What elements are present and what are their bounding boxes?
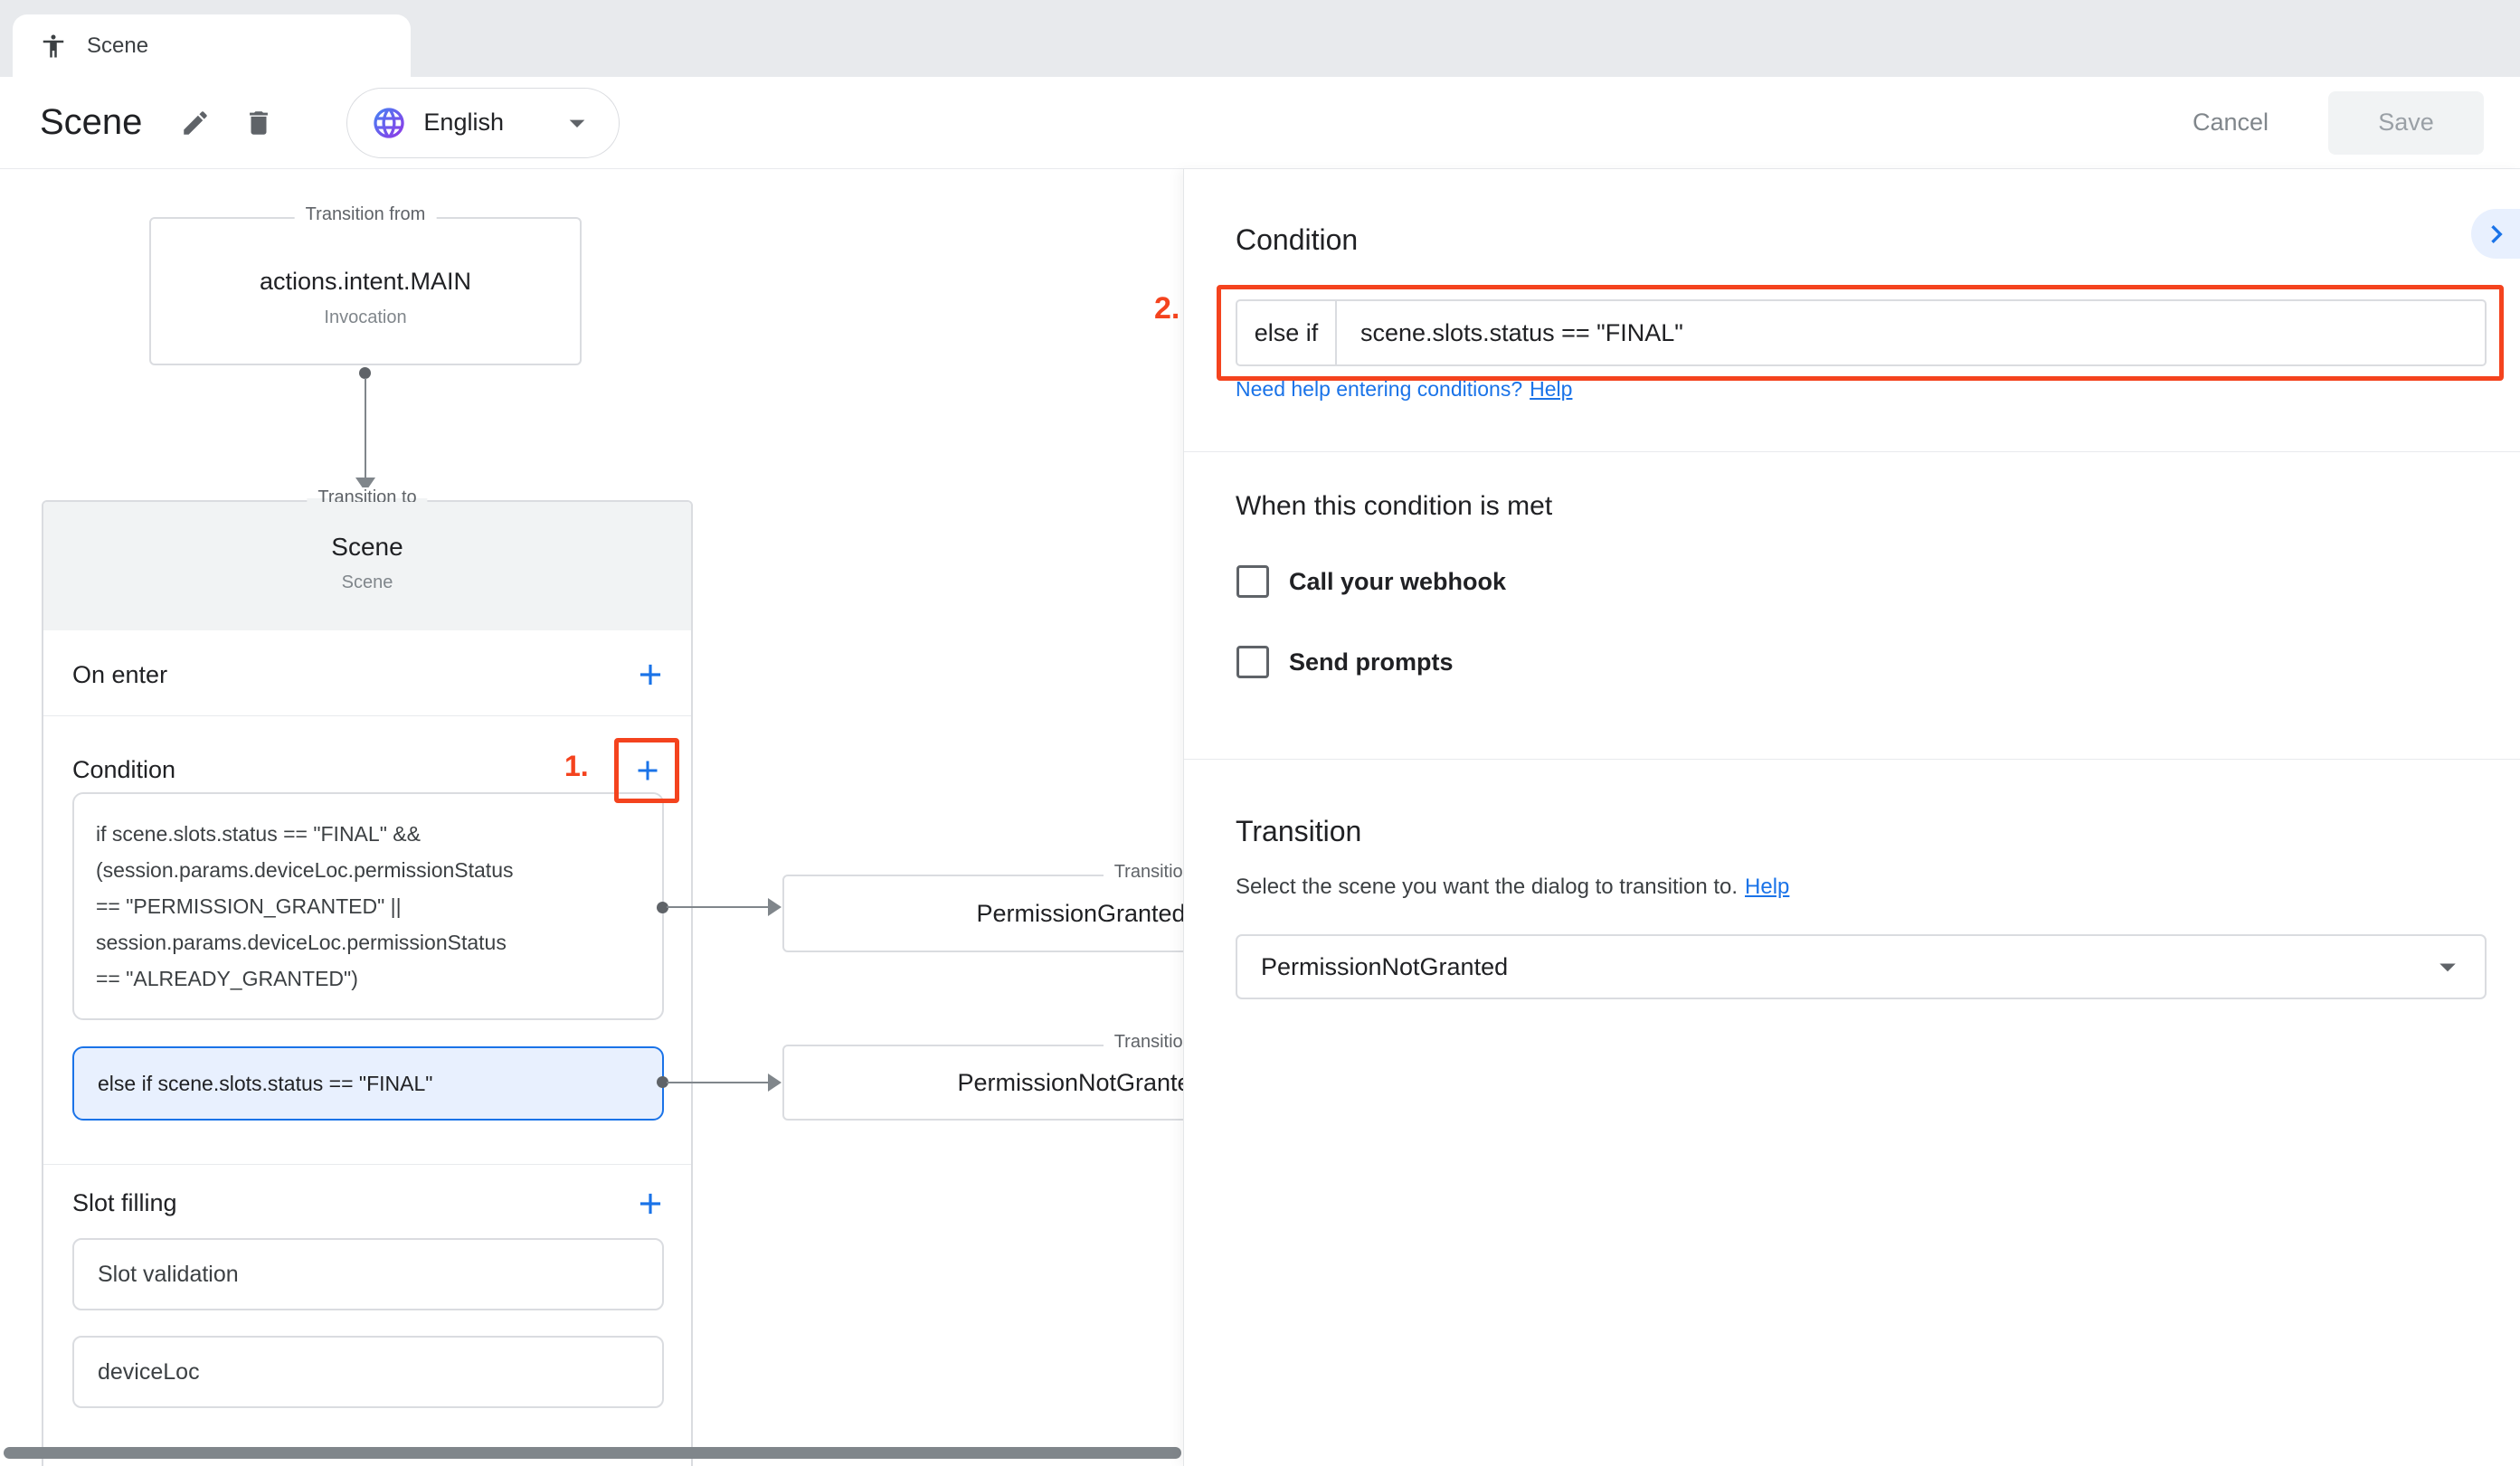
tab-strip: Scene <box>0 0 2520 77</box>
transition-description-line: Select the scene you want the dialog to … <box>1236 875 1789 900</box>
add-slot-button[interactable] <box>633 1187 668 1221</box>
condition-heading: Condition <box>1236 223 1358 257</box>
condition-item-1[interactable]: if scene.slots.status == "FINAL" && (ses… <box>72 792 664 1020</box>
connector-line <box>667 906 768 908</box>
condition-detail-panel: Condition else if scene.slots.status == … <box>1183 169 2520 1466</box>
connector-arrowhead <box>768 1073 782 1092</box>
globe-icon <box>371 105 407 141</box>
connector-line <box>667 1082 768 1083</box>
transition-scene-value: PermissionNotGranted <box>1261 953 1508 981</box>
divider <box>43 1164 691 1165</box>
cancel-button[interactable]: Cancel <box>2187 108 2274 137</box>
pencil-icon <box>180 108 211 138</box>
annotation-step-2: 2. <box>1154 291 1179 326</box>
invocation-node[interactable]: Transition from actions.intent.MAIN Invo… <box>149 217 582 365</box>
page-title: Scene <box>40 102 142 143</box>
delete-scene-button[interactable] <box>243 108 274 138</box>
transition-heading: Transition <box>1236 815 1361 848</box>
condition-help-link[interactable]: Help <box>1530 377 1572 401</box>
slot-filling-label: Slot filling <box>72 1189 177 1217</box>
divider <box>1184 451 2520 452</box>
collapse-panel-button[interactable] <box>2471 209 2520 259</box>
chevron-right-icon <box>2478 216 2515 252</box>
trash-icon <box>243 108 274 138</box>
add-on-enter-button[interactable] <box>633 657 668 692</box>
prompts-option-row: Send prompts <box>1236 646 1454 678</box>
condition-editor-row: else if scene.slots.status == "FINAL" <box>1236 299 2487 366</box>
browser-tab-scene[interactable]: Scene <box>13 14 411 77</box>
scene-card: Transition to Scene Scene On enter Condi… <box>42 500 693 1466</box>
invocation-type: Invocation <box>151 307 580 328</box>
language-selector[interactable]: English <box>346 88 620 158</box>
divider <box>1184 759 2520 760</box>
connector-line <box>365 378 366 478</box>
plus-icon <box>633 657 668 692</box>
condition-section-label: Condition <box>72 756 175 784</box>
invocation-node-label: Transition from <box>295 204 437 225</box>
scene-name: Scene <box>43 533 691 562</box>
transition-description: Select the scene you want the dialog to … <box>1236 875 1738 899</box>
plus-icon <box>633 1187 668 1221</box>
on-enter-label: On enter <box>72 661 167 689</box>
condition-expression-input[interactable]: scene.slots.status == "FINAL" <box>1337 299 2487 366</box>
edit-scene-button[interactable] <box>180 108 211 138</box>
transition-scene-select[interactable]: PermissionNotGranted <box>1236 934 2487 999</box>
slot-validation-item[interactable]: Slot validation <box>72 1238 664 1310</box>
plus-icon <box>631 754 664 787</box>
chevron-down-icon <box>2429 948 2467 986</box>
send-prompts-checkbox[interactable] <box>1236 646 1269 678</box>
scene-header: Scene English Cancel Save <box>0 77 2520 169</box>
call-webhook-checkbox[interactable] <box>1236 565 1269 598</box>
condition-help-text: Need help entering conditions? <box>1236 377 1522 401</box>
scene-card-header[interactable]: Scene Scene <box>43 502 691 630</box>
send-prompts-label: Send prompts <box>1289 648 1454 676</box>
tab-title: Scene <box>87 33 148 59</box>
divider <box>43 715 691 716</box>
assistant-icon <box>40 33 67 60</box>
when-condition-met-heading: When this condition is met <box>1236 491 1552 522</box>
transition-help-link[interactable]: Help <box>1745 875 1789 899</box>
connector-arrowhead <box>768 898 782 916</box>
slot-deviceloc-item[interactable]: deviceLoc <box>72 1336 664 1408</box>
condition-item-2-selected[interactable]: else if scene.slots.status == "FINAL" <box>72 1046 664 1121</box>
save-button[interactable]: Save <box>2328 91 2484 155</box>
chevron-down-icon <box>559 105 595 141</box>
webhook-option-row: Call your webhook <box>1236 565 1506 598</box>
invocation-intent-name: actions.intent.MAIN <box>151 268 580 296</box>
language-label: English <box>423 109 504 137</box>
add-condition-button[interactable] <box>631 754 664 787</box>
app-window: Scene Scene English <box>0 0 2520 1466</box>
condition-help-line: Need help entering conditions? Help <box>1236 377 1572 402</box>
horizontal-scrollbar[interactable] <box>4 1447 1181 1459</box>
annotation-step-1: 1. <box>564 750 589 783</box>
call-webhook-label: Call your webhook <box>1289 568 1506 596</box>
condition-operator-select[interactable]: else if <box>1236 299 1337 366</box>
scene-type: Scene <box>43 572 691 593</box>
